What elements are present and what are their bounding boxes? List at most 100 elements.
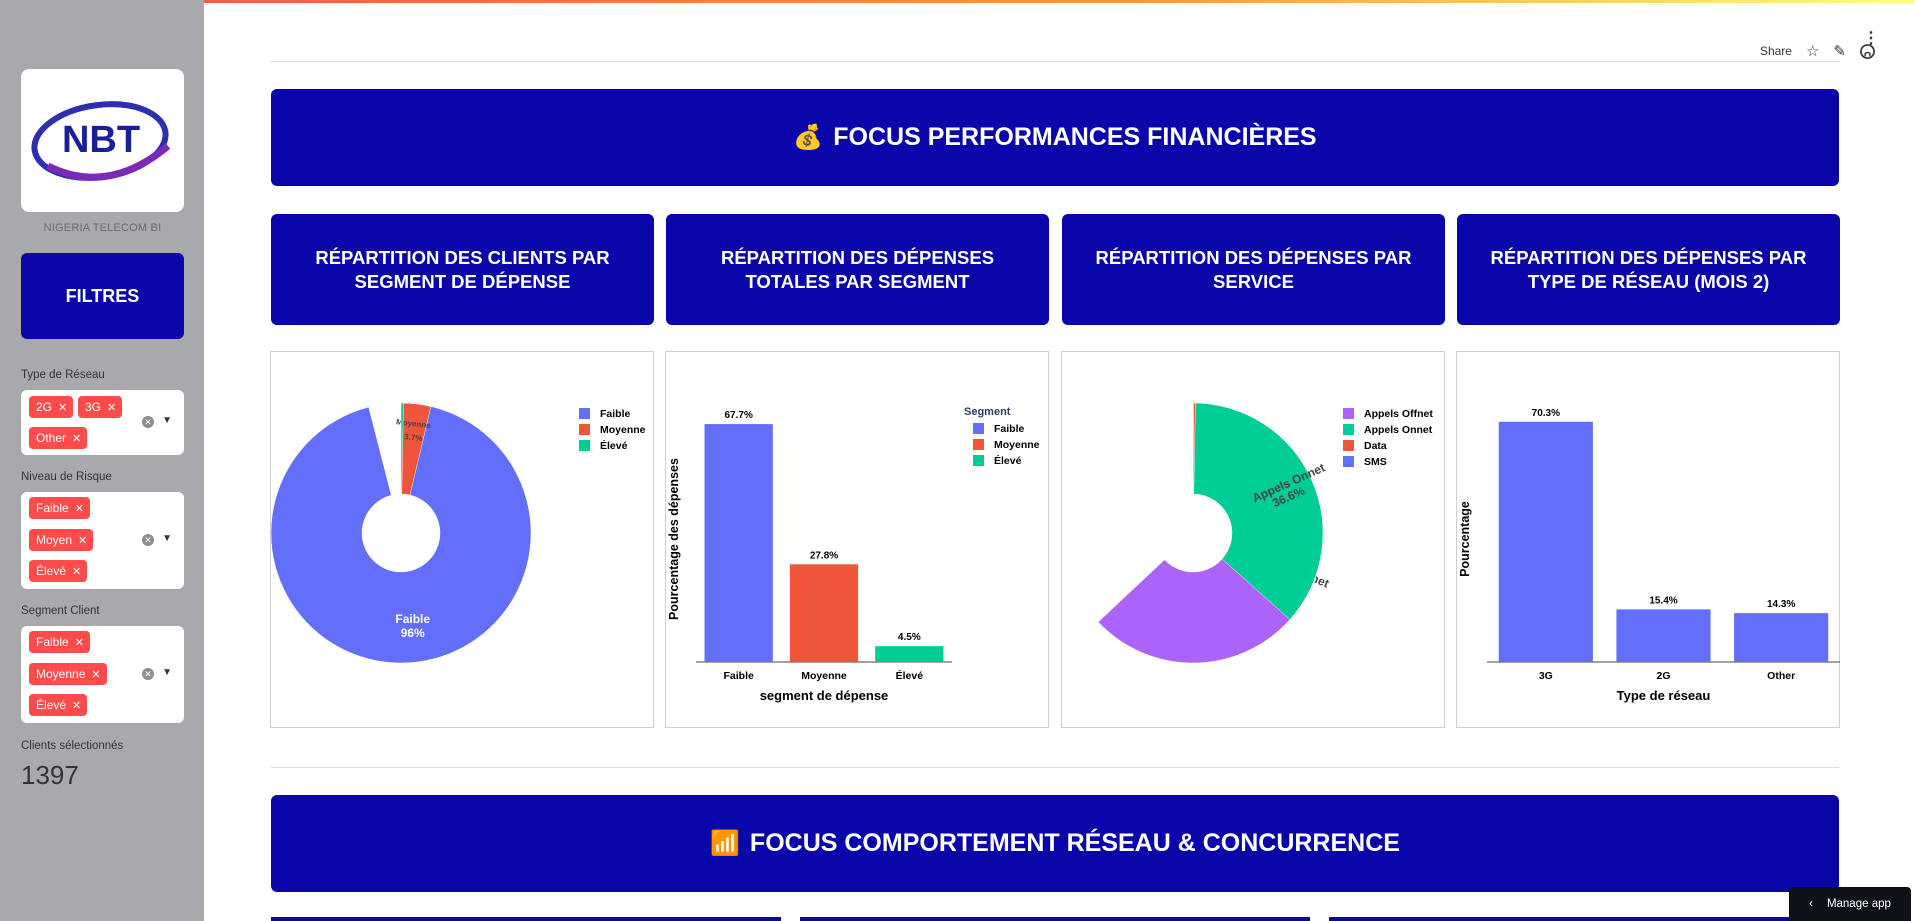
chip-faible[interactable]: Faible ✕	[29, 497, 90, 519]
legend-label: Appels Onnet	[1364, 424, 1433, 436]
legend-label: SMS	[1364, 456, 1387, 468]
chip-moyenne[interactable]: Moyenne ✕	[29, 663, 107, 685]
bar-value-label: 67.7%	[724, 410, 752, 421]
x-tick-label: 3G	[1539, 670, 1553, 682]
chart-1-svg: 67.7% Faible 27.8% Moyenne 4.5% Élevé segment …	[667, 406, 1040, 703]
chip-label: Faible	[36, 501, 69, 515]
segment-multiselect[interactable]: Faible ✕ Moyenne ✕ Élevé ✕ ✕ ▼	[21, 626, 184, 723]
chip-label: 3G	[85, 400, 102, 414]
bar-value-label: 27.8%	[810, 550, 838, 561]
chip-remove-icon[interactable]: ✕	[107, 401, 116, 414]
share-button[interactable]: Share	[1760, 44, 1792, 58]
legend-label: Élevé	[994, 454, 1022, 467]
y-axis-title: Pourcentage	[1458, 501, 1472, 577]
legend-swatch	[579, 440, 590, 451]
nbt-logo-icon: NBT	[30, 100, 170, 181]
network-multiselect[interactable]: 2G ✕ 3G ✕ Other ✕ ✕ ▼	[21, 390, 184, 455]
financial-banner: 💰 FOCUS PERFORMANCES FINANCIÈRES	[271, 89, 1839, 186]
bar	[1498, 421, 1593, 662]
card-title-service-spend: Répartition des dépenses par service	[1062, 214, 1445, 325]
main-menu-icon[interactable]: ⋮	[1863, 28, 1879, 48]
chip-remove-icon[interactable]: ✕	[72, 432, 81, 445]
money-bag-icon: 💰	[793, 124, 824, 151]
logo: NBT	[21, 69, 184, 212]
chart-2-svg: Appels Offnet63%Appels Onnet36.6%Appels …	[1097, 402, 1433, 664]
legend-label: Appels Offnet	[1364, 408, 1433, 420]
header-divider	[270, 61, 1840, 62]
signal-bars-icon: 📶	[710, 830, 740, 857]
legend-title: Segment	[964, 406, 1011, 418]
bar	[875, 646, 944, 662]
bar-value-label: 70.3%	[1532, 408, 1560, 419]
card-title-total-spend: Répartition des dépenses totales par seg…	[666, 214, 1049, 325]
chip-label: Other	[36, 431, 67, 445]
x-tick-label: Moyenne	[801, 670, 847, 682]
chip-remove-icon[interactable]: ✕	[72, 565, 81, 578]
chip-remove-icon[interactable]: ✕	[78, 534, 87, 547]
legend-swatch	[579, 424, 590, 435]
chip-other[interactable]: Other ✕	[29, 427, 88, 449]
chevron-down-icon[interactable]: ▼	[162, 667, 172, 678]
chip-moyen[interactable]: Moyen ✕	[29, 529, 94, 551]
chip-3g[interactable]: 3G ✕	[78, 396, 123, 418]
risk-multiselect[interactable]: Faible ✕ Moyen ✕ Élevé ✕ ✕ ▼	[21, 492, 184, 589]
next-card-edge	[800, 917, 1310, 921]
legend-swatch	[579, 408, 590, 419]
edit-icon[interactable]: ✎	[1833, 42, 1846, 60]
chip-label: Élevé	[36, 698, 67, 712]
x-axis-title: segment de dépense	[760, 688, 889, 703]
toolbar: Share ☆ ✎	[1760, 42, 1875, 60]
bar-value-label: 14.3%	[1767, 599, 1795, 610]
chevron-down-icon[interactable]: ▼	[162, 415, 172, 426]
chip-remove-icon[interactable]: ✕	[75, 636, 84, 649]
bar	[1734, 613, 1829, 662]
chip-label: Moyenne	[36, 667, 86, 681]
banner-title: FOCUS COMPORTEMENT RÉSEAU & CONCURRENCE	[749, 829, 1400, 857]
filters-title: FILTRES	[21, 253, 184, 339]
legend-label: Moyenne	[994, 439, 1040, 451]
clear-icon[interactable]: ✕	[142, 534, 154, 546]
chip-eleve[interactable]: Élevé ✕	[29, 694, 88, 716]
chip-eleve[interactable]: Élevé ✕	[29, 560, 88, 582]
slice-label-text: Faible	[395, 612, 430, 626]
logo-text: NBT	[61, 119, 139, 161]
top-accent-bar	[0, 0, 1915, 3]
chevron-down-icon[interactable]: ▼	[162, 533, 172, 544]
chip-remove-icon[interactable]: ✕	[75, 502, 84, 515]
manage-app-label: Manage app	[1826, 898, 1891, 910]
manage-app-button[interactable]: ‹ Manage app	[1789, 887, 1911, 921]
legend-label: Moyenne	[600, 424, 646, 436]
x-tick-label: Faible	[723, 670, 754, 682]
legend-swatch	[973, 423, 984, 434]
x-tick-label: 2G	[1656, 670, 1670, 682]
chip-label: Moyen	[36, 533, 73, 547]
chart-network-spend: 70.3% 3G 15.4% 2G 14.3% Other Type de réseau Po…	[1456, 351, 1840, 728]
chart-3-svg: 70.3% 3G 15.4% 2G 14.3% Other Type de réseau Po…	[1458, 408, 1840, 703]
legend-label: Faible	[994, 423, 1025, 435]
chip-label: Faible	[36, 635, 69, 649]
x-tick-label: Other	[1767, 670, 1795, 682]
legend-swatch	[1343, 408, 1354, 419]
filter-label-network: Type de Réseau	[21, 369, 105, 381]
chip-remove-icon[interactable]: ✕	[72, 699, 81, 712]
legend-label: Faible	[600, 408, 631, 420]
sidebar: NBT NIGERIA TELECOM BI FILTRES Type de R…	[0, 0, 204, 921]
slice-label-text: 96%	[401, 626, 425, 640]
chart-clients-segment: Faible 96% Moyenne 3.7% Faible Moyenne Élevé	[270, 351, 654, 728]
chip-faible[interactable]: Faible ✕	[29, 631, 90, 653]
legend-label: Élevé	[600, 439, 628, 452]
chip-2g[interactable]: 2G ✕	[29, 396, 74, 418]
network-banner: 📶 FOCUS COMPORTEMENT RÉSEAU & CONCURRENC…	[271, 795, 1839, 892]
bar	[704, 424, 773, 662]
card-title-clients-segment: Répartition des clients par segment de d…	[271, 214, 654, 325]
legend-swatch	[1343, 456, 1354, 467]
chip-label: 2G	[36, 400, 53, 414]
chip-remove-icon[interactable]: ✕	[91, 668, 100, 681]
star-icon[interactable]: ☆	[1806, 42, 1819, 60]
chart-service-spend: Appels Offnet63%Appels Onnet36.6%Appels …	[1061, 351, 1445, 728]
clear-icon[interactable]: ✕	[142, 416, 154, 428]
legend-label: Data	[1364, 440, 1387, 452]
clear-icon[interactable]: ✕	[142, 668, 154, 680]
chip-remove-icon[interactable]: ✕	[58, 401, 67, 414]
y-axis-title: Pourcentage des dépenses	[667, 458, 681, 620]
